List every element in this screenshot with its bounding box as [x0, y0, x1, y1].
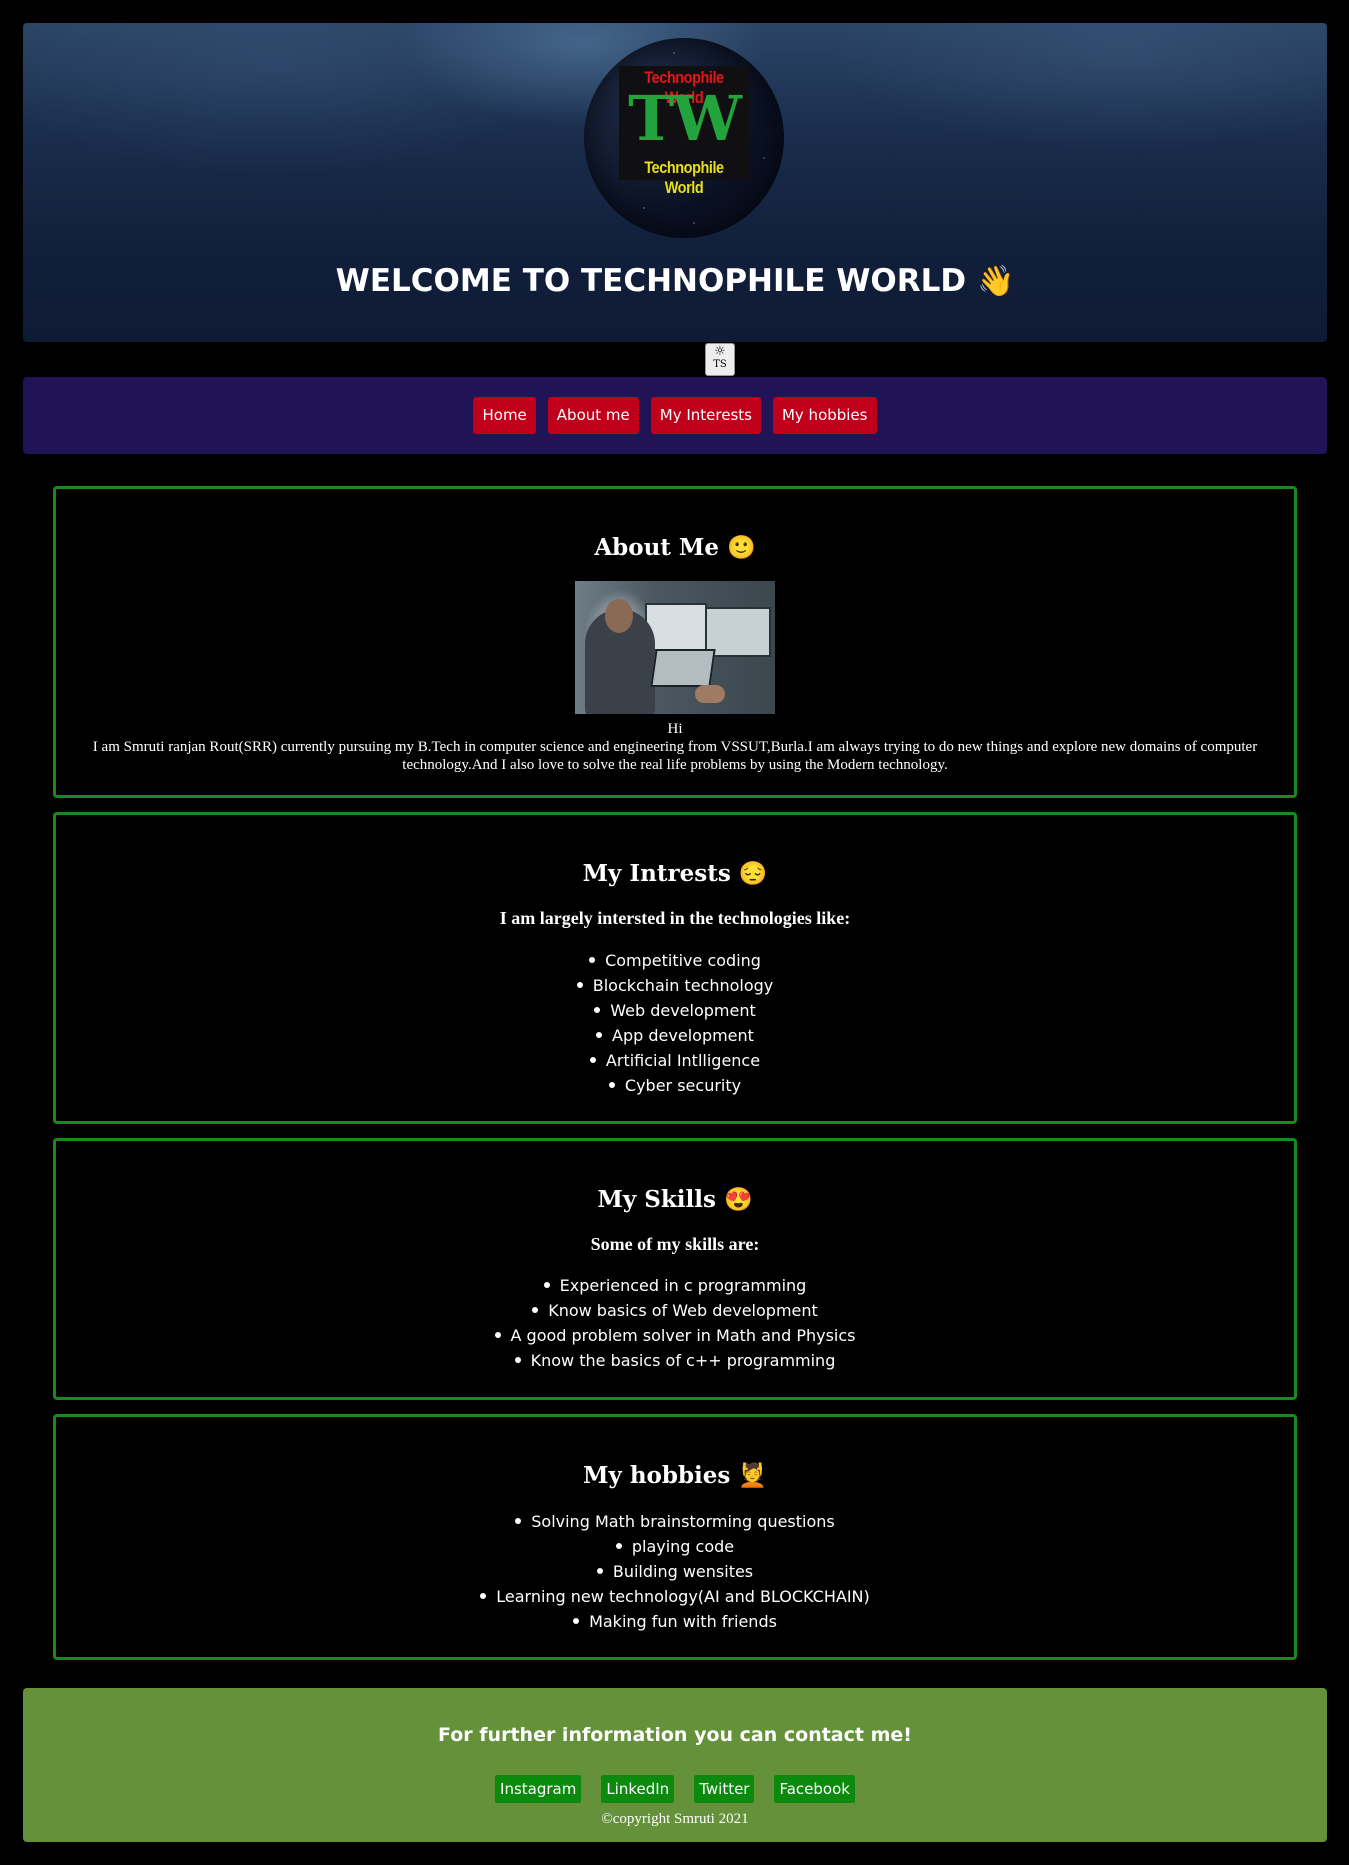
facebook-link[interactable]: Facebook: [774, 1775, 855, 1803]
interests-list: Competitive coding Blockchain technology…: [56, 948, 1294, 1098]
interests-section: My Intrests 😔 I am largely intersted in …: [53, 812, 1297, 1124]
skills-intro: Some of my skills are:: [590, 1234, 760, 1254]
nav-about-button[interactable]: About me: [547, 397, 639, 434]
theme-toggle-button[interactable]: ☼ TS: [705, 343, 735, 376]
interests-heading: My Intrests 😔: [582, 860, 768, 887]
list-item: Experienced in c programming: [56, 1273, 1294, 1298]
list-item: Solving Math brainstorming questions: [56, 1509, 1294, 1534]
page-title: WELCOME TO TECHNOPHILE WORLD 👋: [23, 263, 1327, 299]
list-item: Building wensites: [56, 1559, 1294, 1584]
list-item: Artificial Intlligence: [56, 1048, 1294, 1073]
waving-hand-icon: 👋: [976, 264, 1015, 299]
list-item: Making fun with friends: [56, 1609, 1294, 1634]
header-banner: Technophile World TW Technophile World W…: [23, 23, 1327, 342]
nav-hobbies-button[interactable]: My hobbies: [772, 397, 877, 434]
hobbies-list: Solving Math brainstorming questions pla…: [56, 1509, 1294, 1634]
skills-list: Experienced in c programming Know basics…: [56, 1273, 1294, 1373]
about-section: About Me 🙂 Hi I am Smruti ranjan Rout(SR…: [53, 486, 1297, 798]
hobbies-heading: My hobbies 💆: [582, 1462, 768, 1489]
navigation-bar: Home About me My Interests My hobbies: [23, 377, 1327, 454]
logo-bottom-text: Technophile World: [644, 158, 724, 197]
list-item: Cyber security: [56, 1073, 1294, 1098]
instagram-link[interactable]: Instagram: [495, 1775, 582, 1803]
theme-toggle-label: TS: [713, 359, 727, 370]
nav-home-button[interactable]: Home: [473, 397, 536, 434]
footer: For further information you can contact …: [23, 1688, 1327, 1842]
linkedin-link[interactable]: LinkedIn: [601, 1775, 675, 1803]
about-greeting: Hi: [667, 721, 683, 737]
developer-photo: [575, 581, 775, 714]
hobbies-section: My hobbies 💆 Solving Math brainstorming …: [53, 1414, 1297, 1660]
social-links: Instagram LinkedIn Twitter Facebook: [23, 1775, 1327, 1803]
interests-intro: I am largely intersted in the technologi…: [499, 908, 851, 928]
page-title-text: WELCOME TO TECHNOPHILE WORLD: [335, 263, 967, 299]
nav-interests-button[interactable]: My Interests: [650, 397, 761, 434]
list-item: App development: [56, 1023, 1294, 1048]
about-heading: About Me 🙂: [594, 534, 756, 561]
list-item: Web development: [56, 998, 1294, 1023]
logo-monogram: TW: [628, 82, 742, 155]
list-item: A good problem solver in Math and Physic…: [56, 1323, 1294, 1348]
footer-heading: For further information you can contact …: [438, 1724, 912, 1746]
list-item: Know basics of Web development: [56, 1298, 1294, 1323]
copyright-text: ©copyright Smruti 2021: [601, 1811, 749, 1827]
skills-section: My Skills 😍 Some of my skills are: Exper…: [53, 1138, 1297, 1400]
about-text: I am Smruti ranjan Rout(SRR) currently p…: [92, 739, 1258, 773]
list-item: Blockchain technology: [56, 973, 1294, 998]
site-logo: Technophile World TW Technophile World: [584, 38, 784, 238]
sun-icon: ☼: [714, 344, 726, 359]
list-item: Know the basics of c++ programming: [56, 1348, 1294, 1373]
list-item: playing code: [56, 1534, 1294, 1559]
list-item: Competitive coding: [56, 948, 1294, 973]
skills-heading: My Skills 😍: [597, 1186, 753, 1213]
list-item: Learning new technology(AI and BLOCKCHAI…: [56, 1584, 1294, 1609]
twitter-link[interactable]: Twitter: [694, 1775, 755, 1803]
